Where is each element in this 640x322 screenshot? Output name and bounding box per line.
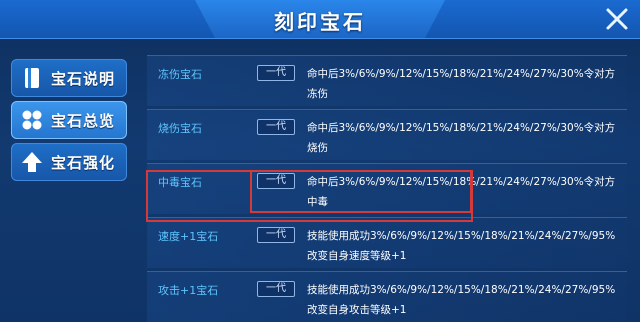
close-icon[interactable] xyxy=(603,5,631,33)
sidebar: 宝石说明 宝石总览 宝石强化 xyxy=(0,40,140,322)
page-title: 刻印宝石 xyxy=(274,10,366,34)
gem-name: 攻击+1宝石 xyxy=(158,284,219,297)
grid-icon xyxy=(22,110,42,130)
gem-name: 速度+1宝石 xyxy=(158,230,219,243)
title-bar: 刻印宝石 xyxy=(0,0,640,39)
gem-description: 技能使用成功3%/6%/9%/12%/15%/18%/21%/24%/27%/9… xyxy=(307,230,616,262)
list-item[interactable]: 烧伤宝石 一代 命中后3%/6%/9%/12%/15%/18%/21%/24%/… xyxy=(147,109,627,160)
list-item[interactable]: 速度+1宝石 一代 技能使用成功3%/6%/9%/12%/15%/18%/21%… xyxy=(147,217,627,268)
sidebar-item-label: 宝石说明 xyxy=(51,70,116,88)
up-arrow-icon xyxy=(22,152,42,172)
gem-description: 命中后3%/6%/9%/12%/15%/18%/21%/24%/27%/30%令… xyxy=(307,122,616,154)
sidebar-item-gem-overview[interactable]: 宝石总览 xyxy=(11,101,127,139)
generation-badge: 一代 xyxy=(257,119,295,135)
gem-name: 烧伤宝石 xyxy=(158,122,202,135)
gem-description: 命中后3%/6%/9%/12%/15%/18%/21%/24%/27%/30%令… xyxy=(307,68,616,100)
gem-name: 冻伤宝石 xyxy=(158,68,202,81)
highlight-box-inner xyxy=(250,170,472,213)
generation-badge: 一代 xyxy=(257,65,295,81)
list-item[interactable]: 冻伤宝石 一代 命中后3%/6%/9%/12%/15%/18%/21%/24%/… xyxy=(147,55,627,106)
gem-description: 技能使用成功3%/6%/9%/12%/15%/18%/21%/24%/27%/9… xyxy=(307,284,616,316)
sidebar-item-gem-upgrade[interactable]: 宝石强化 xyxy=(11,143,127,181)
sidebar-item-label: 宝石总览 xyxy=(51,112,116,130)
generation-badge: 一代 xyxy=(257,281,295,297)
sidebar-item-label: 宝石强化 xyxy=(51,154,116,172)
book-icon xyxy=(25,68,39,88)
list-item[interactable]: 攻击+1宝石 一代 技能使用成功3%/6%/9%/12%/15%/18%/21%… xyxy=(147,271,627,322)
sidebar-item-gem-info[interactable]: 宝石说明 xyxy=(11,59,127,97)
generation-badge: 一代 xyxy=(257,227,295,243)
